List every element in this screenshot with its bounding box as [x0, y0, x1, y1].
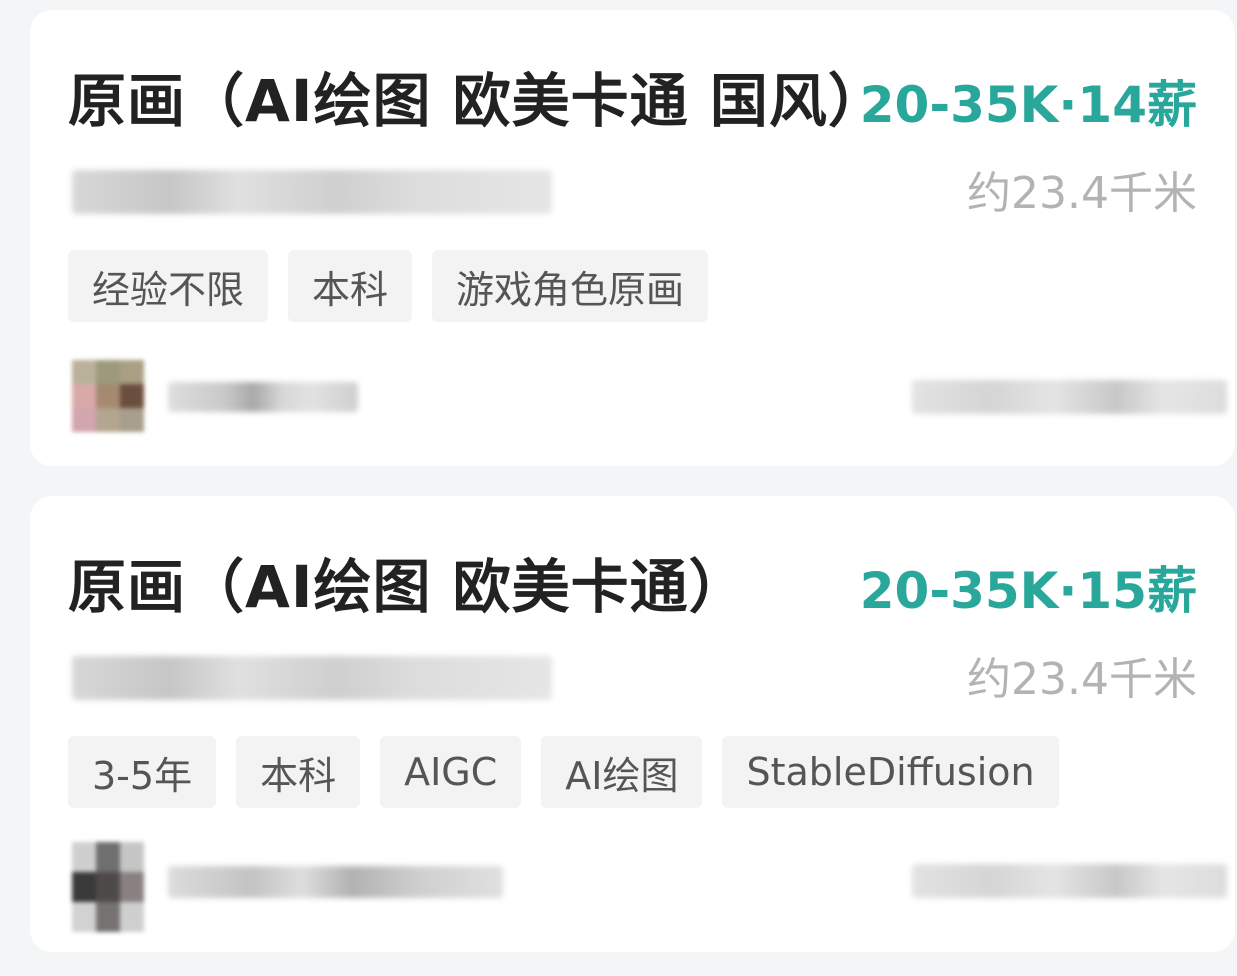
company-name-redacted — [72, 656, 552, 700]
salary-label: 20-35K·15薪 — [859, 562, 1197, 620]
recruiter-avatar — [72, 360, 144, 432]
company-name-redacted — [72, 170, 552, 214]
company-info-redacted — [912, 380, 1227, 414]
tag-list: 经验不限 本科 游戏角色原画 — [68, 250, 709, 322]
job-title: 原画（AI绘图 欧美卡通） — [68, 553, 748, 621]
tag-degree: 本科 — [236, 736, 361, 808]
job-card[interactable]: 原画（AI绘图 欧美卡通 国风） 20-35K·14薪 约23.4千米 经验不限… — [30, 10, 1235, 466]
job-list-page: 原画（AI绘图 欧美卡通 国风） 20-35K·14薪 约23.4千米 经验不限… — [0, 0, 1237, 976]
tag-experience: 经验不限 — [68, 250, 269, 322]
job-card[interactable]: 原画（AI绘图 欧美卡通） 20-35K·15薪 约23.4千米 3-5年 本科… — [30, 496, 1235, 952]
tag-skill: AIGC — [380, 736, 522, 808]
tag-skill: 游戏角色原画 — [432, 250, 709, 322]
tag-skill: StableDiffusion — [722, 736, 1059, 808]
job-title: 原画（AI绘图 欧美卡通 国风） — [68, 67, 887, 135]
tag-skill: AI绘图 — [541, 736, 703, 808]
tag-experience: 3-5年 — [68, 736, 217, 808]
salary-label: 20-35K·14薪 — [859, 76, 1197, 134]
tag-degree: 本科 — [288, 250, 413, 322]
recruiter-avatar — [72, 842, 144, 932]
distance-label: 约23.4千米 — [967, 168, 1197, 219]
recruiter-name-redacted — [168, 382, 358, 412]
recruiter-name-redacted — [168, 866, 503, 898]
distance-label: 约23.4千米 — [967, 654, 1197, 705]
tag-list: 3-5年 本科 AIGC AI绘图 StableDiffusion — [68, 736, 1059, 808]
company-info-redacted — [912, 864, 1227, 898]
